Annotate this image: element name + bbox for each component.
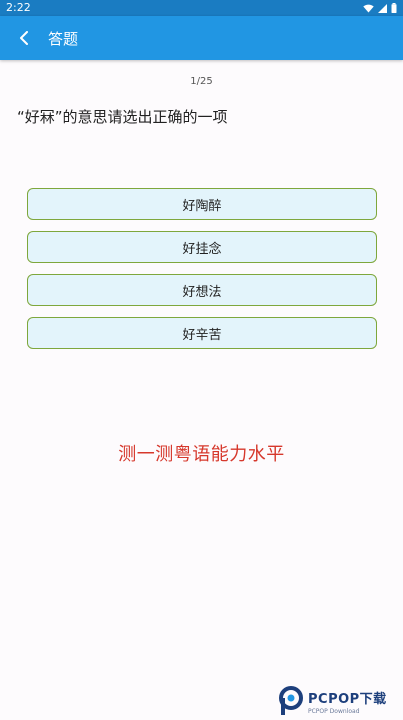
- wifi-icon: [363, 4, 374, 13]
- answer-option-2[interactable]: 好挂念: [27, 231, 377, 263]
- answer-option-3[interactable]: 好想法: [27, 274, 377, 306]
- status-bar: 2:22: [0, 0, 403, 16]
- watermark: PCPOP下载 PCPOP Download: [278, 685, 400, 717]
- back-arrow-icon: [20, 31, 28, 45]
- pcpop-logo-icon: [279, 686, 303, 715]
- back-button[interactable]: [2, 16, 46, 60]
- answer-option-1[interactable]: 好陶醉: [27, 188, 377, 220]
- question-text: “好冧”的意思请选出正确的一项: [17, 108, 228, 126]
- app-title: 答题: [48, 29, 79, 48]
- watermark-sub: PCPOP Download: [308, 707, 360, 715]
- answer-options: 好陶醉 好挂念 好想法 好辛苦: [27, 188, 377, 360]
- cellular-signal-icon: [378, 3, 387, 13]
- answer-option-4[interactable]: 好辛苦: [27, 317, 377, 349]
- question-progress: 1/25: [190, 76, 213, 87]
- watermark-brand: PCPOP下载: [308, 691, 387, 707]
- battery-icon: [391, 3, 397, 13]
- status-time: 2:22: [6, 1, 31, 14]
- status-icons: [363, 3, 397, 13]
- promo-banner-text: 测一测粤语能力水平: [118, 444, 285, 465]
- app-bar: 答题: [0, 16, 403, 60]
